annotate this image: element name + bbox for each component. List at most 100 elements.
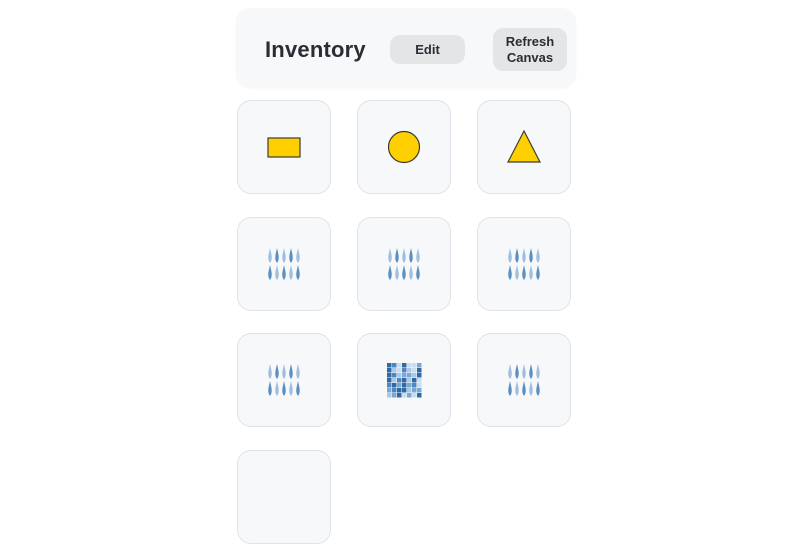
raindrops-icon [268,364,300,396]
mosaic-cell [417,373,422,378]
mosaic-cell [397,388,402,393]
raindrop-mark [402,265,406,280]
inventory-title: Inventory [265,37,366,62]
raindrop-mark [409,248,413,263]
raindrop-mark [529,364,533,379]
mosaic-cell [402,363,407,368]
raindrop-mark [536,381,540,396]
raindrop-mark [268,265,272,280]
raindrop-mark [282,381,286,396]
raindrop-mark [289,248,293,263]
raindrop-mark [282,248,286,263]
raindrop-mark [296,381,300,396]
inventory-item-rectangle[interactable] [237,100,331,194]
raindrop-mark [275,248,279,263]
mosaic-cell [392,363,397,368]
inventory-item-empty[interactable] [237,450,331,544]
raindrop-mark [296,364,300,379]
mosaic-cell [407,383,412,388]
raindrops-icon [508,364,540,396]
raindrop-mark [515,364,519,379]
edit-button[interactable]: Edit [390,35,465,64]
mosaic-cell [412,393,417,398]
mosaic-cell [387,388,392,393]
raindrop-mark [515,248,519,263]
raindrop-mark [536,248,540,263]
raindrop-mark [416,248,420,263]
mosaic-cell [387,363,392,368]
inventory-item-mosaic[interactable] [357,333,451,427]
raindrop-mark [282,364,286,379]
inventory-item-raindrops[interactable] [477,333,571,427]
raindrops-icon [508,248,540,280]
mosaic-cell [397,368,402,373]
raindrop-mark [402,248,406,263]
mosaic-cell [392,393,397,398]
mosaic-cell [417,378,422,383]
mosaic-cell [397,378,402,383]
raindrop-mark [536,364,540,379]
mosaic-cell [402,373,407,378]
mosaic-cell [407,363,412,368]
inventory-panel: Inventory Edit Refresh Canvas [236,0,576,544]
mosaic-pattern-icon [387,363,422,398]
mosaic-cell [412,383,417,388]
raindrop-mark [395,248,399,263]
inventory-item-circle[interactable] [357,100,451,194]
mosaic-cell [402,393,407,398]
raindrop-mark [268,248,272,263]
mosaic-cell [417,383,422,388]
mosaic-cell [402,388,407,393]
mosaic-cell [397,363,402,368]
inventory-item-raindrops[interactable] [477,217,571,311]
raindrop-mark [515,381,519,396]
mosaic-cell [407,388,412,393]
mosaic-cell [387,383,392,388]
mosaic-cell [402,383,407,388]
mosaic-cell [402,368,407,373]
mosaic-cell [417,393,422,398]
mosaic-cell [387,378,392,383]
mosaic-cell [417,388,422,393]
raindrop-mark [522,381,526,396]
mosaic-cell [412,368,417,373]
raindrop-mark [289,265,293,280]
mosaic-cell [412,373,417,378]
raindrop-mark [296,248,300,263]
raindrop-mark [388,248,392,263]
raindrop-mark [268,381,272,396]
mosaic-cell [392,378,397,383]
mosaic-cell [392,388,397,393]
mosaic-cell [402,378,407,383]
inventory-item-raindrops[interactable] [237,217,331,311]
raindrop-mark [529,265,533,280]
mosaic-cell [387,368,392,373]
raindrop-mark [296,265,300,280]
mosaic-cell [412,363,417,368]
raindrop-mark [268,364,272,379]
mosaic-cell [407,373,412,378]
raindrop-mark [529,381,533,396]
triangle-icon [507,129,541,163]
mosaic-cell [407,368,412,373]
raindrop-mark [529,248,533,263]
mosaic-cell [407,393,412,398]
inventory-item-raindrops[interactable] [357,217,451,311]
inventory-item-triangle[interactable] [477,100,571,194]
mosaic-cell [392,368,397,373]
rectangle-icon [267,137,301,158]
raindrop-mark [416,265,420,280]
inventory-header: Inventory Edit Refresh Canvas [236,8,576,88]
mosaic-cell [397,393,402,398]
raindrop-mark [508,381,512,396]
raindrop-mark [409,265,413,280]
inventory-item-raindrops[interactable] [237,333,331,427]
mosaic-cell [412,388,417,393]
mosaic-cell [397,383,402,388]
raindrop-mark [289,381,293,396]
raindrop-mark [522,248,526,263]
mosaic-cell [412,378,417,383]
raindrops-icon [388,248,420,280]
mosaic-cell [417,363,422,368]
refresh-canvas-button[interactable]: Refresh Canvas [493,28,567,71]
